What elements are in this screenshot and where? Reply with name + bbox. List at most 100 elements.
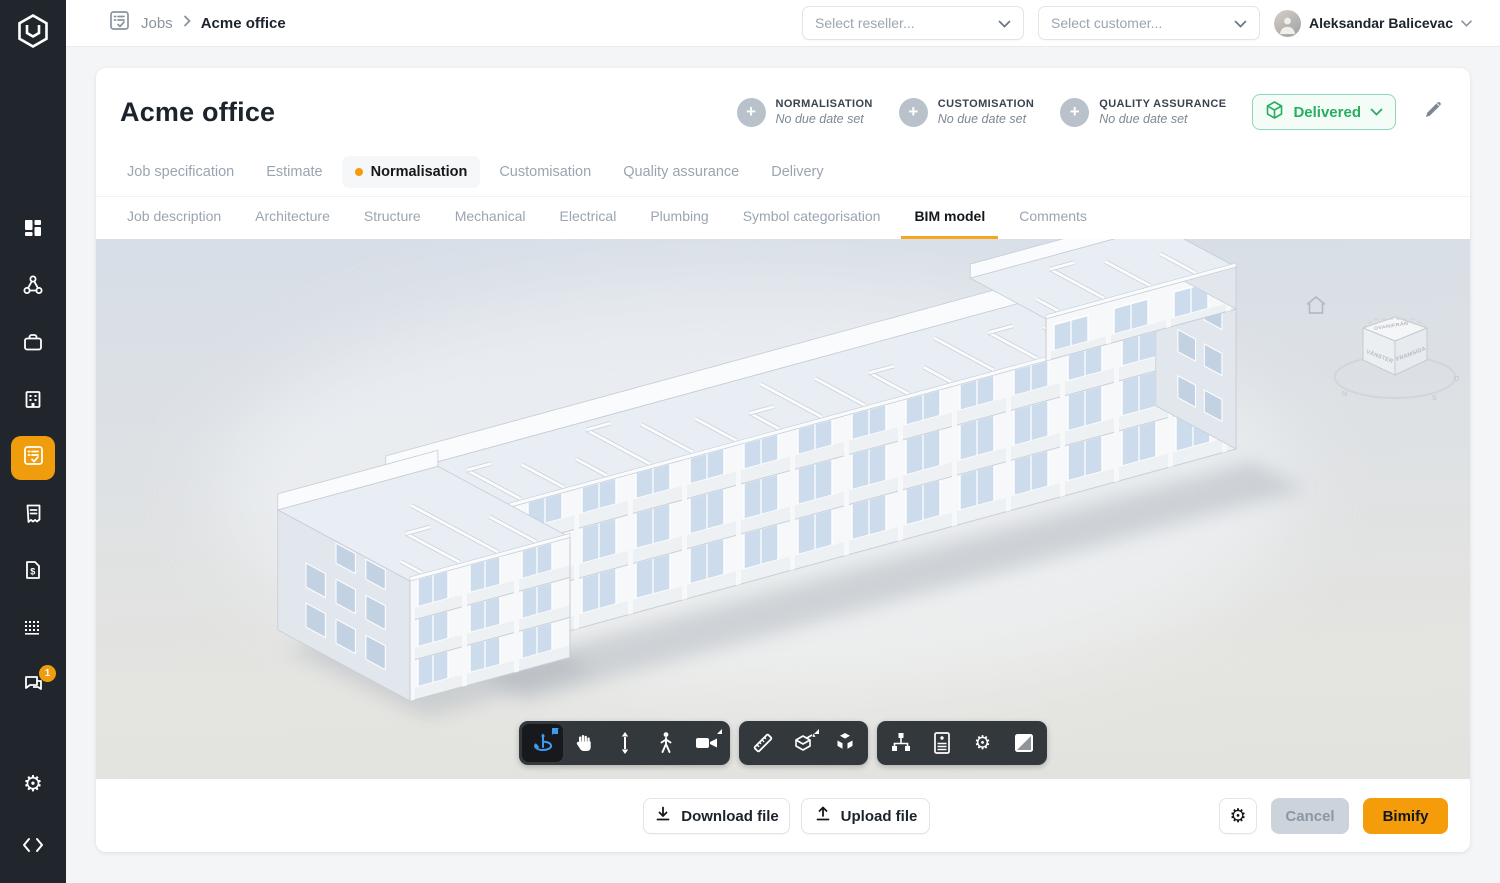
view-cube[interactable]: OVANIFRÅN VÄNSTER FRAMSIDA N S Ö xyxy=(1328,301,1462,414)
milestone-label: QUALITY ASSURANCE xyxy=(1099,98,1226,110)
tab-estimate[interactable]: Estimate xyxy=(253,156,335,188)
milestone-label: NORMALISATION xyxy=(776,98,873,110)
job-settings-button[interactable]: ⚙ xyxy=(1219,798,1257,834)
milestone-quality-assurance[interactable]: + QUALITY ASSURANCE No due date set xyxy=(1060,98,1226,127)
milestone-customisation[interactable]: + CUSTOMISATION No due date set xyxy=(899,98,1034,127)
upload-label: Upload file xyxy=(841,808,918,825)
breadcrumb-current: Acme office xyxy=(201,15,286,32)
tool-dropdown-indicator xyxy=(552,728,559,735)
sidebar-collapse-button[interactable] xyxy=(11,825,55,869)
orbit-tool-button[interactable] xyxy=(522,724,563,762)
user-menu[interactable]: Aleksandar Balicevac xyxy=(1274,10,1472,37)
messages-badge: 1 xyxy=(39,665,56,682)
sidebar-item-settings[interactable]: ⚙ xyxy=(11,763,55,807)
subtab-comments[interactable]: Comments xyxy=(1006,198,1100,239)
upload-file-button[interactable]: Upload file xyxy=(801,798,930,834)
page-title: Acme office xyxy=(120,97,275,128)
edit-job-button[interactable] xyxy=(1422,99,1444,126)
customer-select[interactable]: Select customer... xyxy=(1038,6,1260,40)
panel-tool-group: ⚙ xyxy=(877,721,1047,765)
chevron-down-icon xyxy=(1461,14,1472,32)
sidebar-item-network[interactable] xyxy=(11,265,55,309)
tab-label: Customisation xyxy=(499,164,591,180)
tab-normalisation[interactable]: Normalisation xyxy=(342,156,481,188)
download-icon xyxy=(654,805,672,827)
breadcrumb: Jobs Acme office xyxy=(108,9,286,37)
sidebar-item-messages[interactable]: 1 xyxy=(11,664,55,708)
status-dropdown[interactable]: Delivered xyxy=(1252,94,1396,130)
app-logo-icon[interactable] xyxy=(15,13,51,56)
compass-s-label: S xyxy=(1432,395,1437,402)
breadcrumb-jobs-link[interactable]: Jobs xyxy=(141,15,173,32)
sidebar-item-quotes[interactable]: $ xyxy=(11,550,55,594)
subtab-architecture[interactable]: Architecture xyxy=(242,198,343,239)
milestone-normalisation[interactable]: + NORMALISATION No due date set xyxy=(737,98,873,127)
subtab-symbol-categorisation[interactable]: Symbol categorisation xyxy=(730,198,894,239)
subtab-bim-model[interactable]: BIM model xyxy=(901,198,998,239)
dot-grid-icon xyxy=(22,616,44,643)
navigation-tool-group xyxy=(519,721,730,765)
svg-text:$: $ xyxy=(30,566,35,576)
viewer-settings-tool-button[interactable]: ⚙ xyxy=(962,724,1003,762)
jobs-checklist-icon xyxy=(22,444,45,472)
subtab-plumbing[interactable]: Plumbing xyxy=(637,198,721,239)
sidebar-item-symbols[interactable] xyxy=(11,607,55,651)
subtab-mechanical[interactable]: Mechanical xyxy=(442,198,539,239)
job-footer: Download file Upload file ⚙ Cancel Bimif… xyxy=(96,779,1470,852)
explode-tool-button[interactable] xyxy=(824,724,865,762)
compass-east-label: Ö xyxy=(1454,375,1460,383)
plus-icon[interactable]: + xyxy=(1060,98,1089,127)
milestone-due: No due date set xyxy=(776,112,873,126)
settings-gear-icon: ⚙ xyxy=(974,734,991,753)
tool-dropdown-indicator xyxy=(716,728,723,735)
tab-customisation[interactable]: Customisation xyxy=(486,156,604,188)
camera-tool-button[interactable] xyxy=(686,724,727,762)
pencil-icon xyxy=(1422,99,1444,126)
tab-quality-assurance[interactable]: Quality assurance xyxy=(610,156,752,188)
user-avatar xyxy=(1274,10,1301,37)
milestone-due: No due date set xyxy=(938,112,1034,126)
upload-icon xyxy=(814,805,832,827)
download-file-button[interactable]: Download file xyxy=(643,798,790,834)
job-card: Acme office + NORMALISATION No due date … xyxy=(96,68,1470,852)
bimify-button[interactable]: Bimify xyxy=(1363,798,1448,834)
home-icon xyxy=(1304,303,1328,320)
section-tool-button[interactable] xyxy=(783,724,824,762)
home-view-button[interactable] xyxy=(1304,294,1328,321)
sidebar-item-projects[interactable] xyxy=(11,322,55,366)
plus-icon[interactable]: + xyxy=(737,98,766,127)
viewer-toolbar: ⚙ xyxy=(519,721,1047,765)
sidebar-item-jobs[interactable] xyxy=(11,436,55,480)
plus-icon[interactable]: + xyxy=(899,98,928,127)
model-tree-tool-button[interactable] xyxy=(880,724,921,762)
sidebar-item-invoices[interactable] xyxy=(11,493,55,537)
reseller-select[interactable]: Select reseller... xyxy=(802,6,1024,40)
sidebar-item-company[interactable] xyxy=(11,379,55,423)
customer-select-placeholder: Select customer... xyxy=(1051,15,1162,31)
milestone-tabs: Job specification Estimate Normalisation… xyxy=(96,156,1470,197)
package-cube-icon xyxy=(1265,100,1284,125)
walk-tool-button[interactable] xyxy=(645,724,686,762)
sidebar-nav: $ 1 xyxy=(11,208,55,708)
tab-job-specification[interactable]: Job specification xyxy=(114,156,247,188)
subtab-electrical[interactable]: Electrical xyxy=(547,198,630,239)
compass-n-label: N xyxy=(1342,391,1347,398)
fullscreen-tool-button[interactable] xyxy=(1003,724,1044,762)
tab-delivery[interactable]: Delivery xyxy=(758,156,836,188)
bim-3d-viewport[interactable]: OVANIFRÅN VÄNSTER FRAMSIDA N S Ö xyxy=(96,239,1470,780)
chevron-down-icon xyxy=(1234,15,1247,31)
measure-tool-button[interactable] xyxy=(742,724,783,762)
status-label: Delivered xyxy=(1293,104,1361,121)
topbar: Jobs Acme office Select reseller... Sele… xyxy=(66,0,1500,47)
dashboard-icon xyxy=(22,217,44,244)
reseller-select-placeholder: Select reseller... xyxy=(815,15,915,31)
cancel-button[interactable]: Cancel xyxy=(1271,798,1349,834)
subtab-job-description[interactable]: Job description xyxy=(114,198,234,239)
zoom-tool-button[interactable] xyxy=(604,724,645,762)
sidebar-item-dashboard[interactable] xyxy=(11,208,55,252)
tab-label: Job specification xyxy=(127,164,234,180)
properties-tool-button[interactable] xyxy=(921,724,962,762)
pan-tool-button[interactable] xyxy=(563,724,604,762)
user-name: Aleksandar Balicevac xyxy=(1309,15,1453,31)
subtab-structure[interactable]: Structure xyxy=(351,198,434,239)
